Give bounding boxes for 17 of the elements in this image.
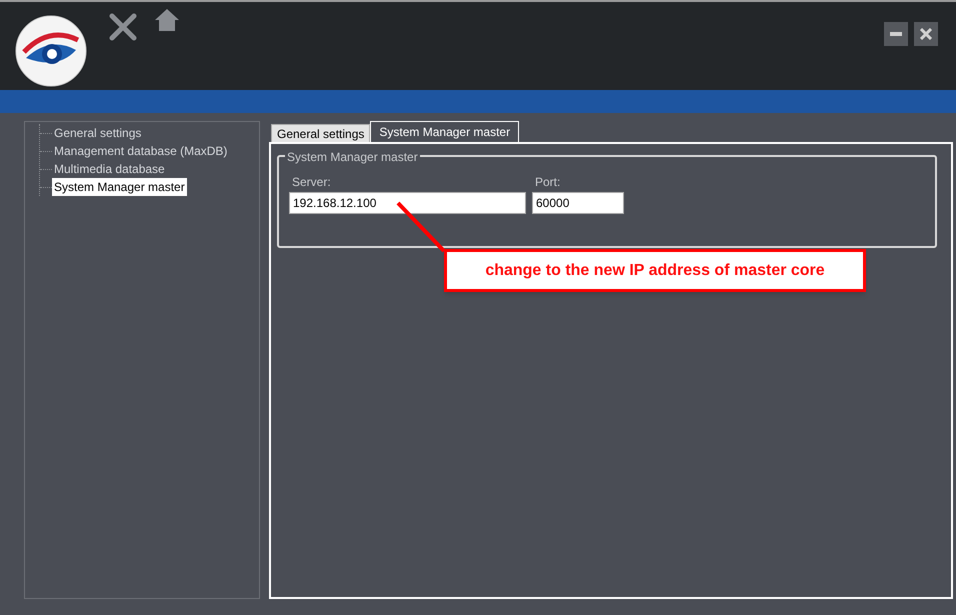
input-field[interactable]: 60000 [532,192,624,214]
tree-item[interactable]: Management database (MaxDB) [52,142,230,160]
tree-item[interactable]: General settings [52,124,144,142]
tab[interactable]: General settings [271,124,370,142]
tab[interactable]: System Manager master [370,121,520,142]
eye-logo-icon [14,14,88,88]
close-icon [920,28,932,40]
annotation-text: change to the new IP address of master core [485,260,825,280]
minimize-button[interactable] [884,22,908,46]
home-icon[interactable] [154,8,180,32]
field-label: Server: [292,174,332,191]
field-label: Port: [535,174,562,191]
minimize-icon [890,32,902,36]
tree-item[interactable]: Multimedia database [52,160,167,178]
input-field[interactable]: 192.168.12.100 [289,192,526,214]
tree-item[interactable]: System Manager master [52,178,187,196]
close-button[interactable] [914,22,938,46]
